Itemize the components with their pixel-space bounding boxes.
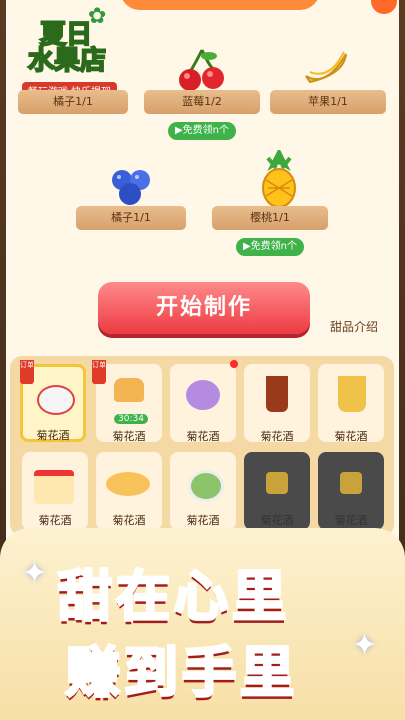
cherry-icon bbox=[176, 48, 228, 92]
fruit-tea-icon bbox=[338, 376, 366, 412]
slogan-line-2: 赚到手里 bbox=[65, 640, 298, 706]
lock-icon bbox=[340, 472, 362, 494]
play-icon: ▶ bbox=[174, 125, 183, 136]
pudding-icon bbox=[114, 378, 144, 402]
free-claim-button[interactable]: ▶免费领n个 bbox=[168, 122, 236, 140]
iced-tea-icon bbox=[266, 376, 288, 412]
dessert-cell-locked-1[interactable]: 菊花酒 bbox=[244, 452, 310, 530]
banana-icon bbox=[300, 46, 352, 90]
dessert-label: 菊花酒 bbox=[186, 430, 220, 443]
dessert-label: 菊花酒 bbox=[334, 430, 368, 443]
dessert-label: 菊花酒 bbox=[260, 430, 294, 443]
dessert-label: 菊花酒 bbox=[112, 430, 146, 443]
snack-platter-icon bbox=[106, 472, 150, 496]
matcha-bowl-icon bbox=[188, 470, 224, 502]
cake-icon bbox=[34, 470, 74, 504]
dessert-cell-4[interactable]: 菊花酒 bbox=[244, 364, 310, 443]
shelf-blueberry[interactable]: 蓝莓1/2 bbox=[144, 90, 260, 114]
timer-badge: 30:34 bbox=[114, 414, 148, 424]
dessert-cell-8[interactable]: 菊花酒 bbox=[170, 452, 236, 530]
dessert-intro-link[interactable]: 甜品介绍 bbox=[330, 318, 378, 335]
sparkle-icon: ✦ bbox=[22, 556, 48, 591]
order-tag: 订单 bbox=[20, 360, 34, 384]
shelf-orange[interactable]: 橘子1/1 bbox=[18, 90, 128, 114]
shelf-orange-2[interactable]: 橘子1/1 bbox=[76, 206, 186, 230]
dessert-cell-locked-2[interactable]: 菊花酒 bbox=[318, 452, 384, 530]
dessert-label: 菊花酒 bbox=[112, 514, 146, 527]
dessert-label: 菊花酒 bbox=[260, 514, 294, 527]
cake-plate-icon bbox=[37, 385, 75, 415]
slogan-line-1: 甜在心里 bbox=[57, 564, 290, 630]
lock-icon bbox=[266, 472, 288, 494]
sparkle-icon-2: ✦ bbox=[352, 628, 378, 663]
ice-cream-icon bbox=[186, 380, 220, 410]
dessert-label: 菊花酒 bbox=[38, 514, 72, 527]
dessert-cell-5[interactable]: 菊花酒 bbox=[318, 364, 384, 443]
logo-title-line2: 水果店 bbox=[27, 46, 107, 76]
blueberry-icon bbox=[108, 164, 154, 208]
dessert-label: 菊花酒 bbox=[334, 514, 368, 527]
shelf-cherry[interactable]: 樱桃1/1 bbox=[212, 206, 328, 230]
order-tag-2: 订单 bbox=[92, 360, 106, 384]
start-making-button[interactable]: 开始制作 bbox=[98, 282, 310, 334]
dessert-cell-3[interactable]: 菊花酒 bbox=[170, 364, 236, 443]
logo-title-line1: 夏日 bbox=[39, 20, 93, 50]
dessert-cell-7[interactable]: 菊花酒 bbox=[96, 452, 162, 530]
play-icon: ▶ bbox=[242, 241, 251, 252]
dessert-label: 菊花酒 bbox=[186, 514, 220, 527]
notification-dot bbox=[230, 360, 238, 368]
top-bar bbox=[120, 0, 320, 10]
pineapple-icon bbox=[254, 147, 304, 208]
shelf-apple[interactable]: 苹果1/1 bbox=[270, 90, 386, 114]
free-claim-button-2[interactable]: ▶免费领n个 bbox=[236, 238, 304, 256]
dessert-cell-6[interactable]: 菊花酒 bbox=[22, 452, 88, 530]
dessert-label: 菊花酒 bbox=[36, 429, 70, 442]
game-logo: ✿ 夏日 水果店 畅玩游戏 快乐提现 bbox=[18, 4, 136, 100]
